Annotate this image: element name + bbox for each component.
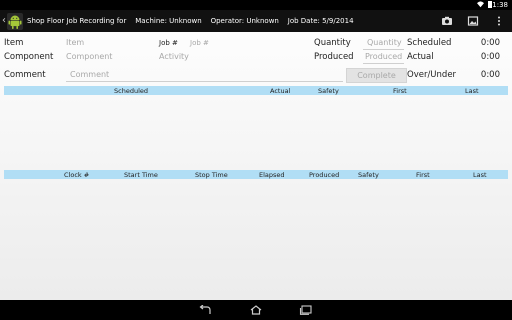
over-under-label: Over/Under	[407, 70, 457, 80]
produced-label: Produced	[314, 52, 354, 62]
operator-info: Operator: Unknown	[210, 17, 279, 25]
clock-table-header: Clock # Start Time Stop Time Elapsed Pro…	[4, 170, 508, 179]
scheduled-value: 0:00	[480, 38, 500, 48]
complete-button[interactable]: Complete	[346, 68, 407, 83]
action-bar-title: Shop Floor Job Recording for Machine: Un…	[27, 17, 354, 25]
recent-apps-icon[interactable]	[299, 305, 313, 315]
main-content: Item Item Job # Job # Quantity Quantity …	[0, 32, 512, 300]
over-under-value: 0:00	[480, 70, 500, 80]
job-label: Job #	[159, 39, 178, 47]
item-input[interactable]: Item	[66, 38, 84, 47]
comment-underline	[66, 81, 343, 82]
job-date-info: Job Date: 5/9/2014	[287, 17, 354, 25]
item-label: Item	[4, 38, 24, 48]
component-label: Component	[4, 52, 54, 62]
app-title: Shop Floor Job Recording for	[27, 17, 127, 25]
status-time: 1:38	[492, 1, 508, 9]
quantity-underline	[363, 49, 404, 50]
col-start-time[interactable]: Start Time	[124, 171, 158, 179]
col-actual[interactable]: Actual	[270, 87, 290, 95]
overflow-menu-icon[interactable]	[493, 15, 505, 27]
machine-info: Machine: Unknown	[135, 17, 202, 25]
schedule-table-header: Scheduled Actual Safety First Last	[4, 86, 508, 95]
up-navigation-icon[interactable]: ‹	[2, 15, 6, 26]
col-last-2[interactable]: Last	[473, 171, 487, 179]
actual-label: Actual	[407, 52, 434, 62]
col-elapsed[interactable]: Elapsed	[259, 171, 285, 179]
gallery-icon[interactable]	[467, 15, 479, 27]
status-bar: 1:38	[0, 0, 512, 10]
job-input[interactable]: Job #	[190, 39, 209, 47]
quantity-input[interactable]: Quantity	[367, 38, 402, 47]
col-safety-2[interactable]: Safety	[358, 171, 379, 179]
home-icon[interactable]	[249, 305, 263, 315]
produced-input[interactable]: Produced	[365, 52, 402, 61]
col-clock[interactable]: Clock #	[64, 171, 89, 179]
col-first[interactable]: First	[393, 87, 407, 95]
actual-value: 0:00	[480, 52, 500, 62]
android-logo-icon[interactable]	[7, 13, 23, 30]
produced-underline	[363, 63, 404, 64]
comment-input[interactable]: Comment	[70, 70, 109, 79]
col-last[interactable]: Last	[465, 87, 479, 95]
back-icon[interactable]	[198, 305, 212, 315]
col-safety[interactable]: Safety	[318, 87, 339, 95]
component-input[interactable]: Component	[66, 52, 112, 61]
col-first-2[interactable]: First	[416, 171, 430, 179]
navigation-bar	[0, 300, 512, 320]
camera-icon[interactable]	[441, 15, 453, 27]
activity-input[interactable]: Activity	[159, 52, 189, 61]
scheduled-label: Scheduled	[407, 38, 452, 48]
col-scheduled[interactable]: Scheduled	[114, 87, 148, 95]
col-produced[interactable]: Produced	[309, 171, 339, 179]
comment-label: Comment	[4, 70, 46, 80]
col-stop-time[interactable]: Stop Time	[195, 171, 228, 179]
quantity-label: Quantity	[314, 38, 351, 48]
wifi-icon	[477, 1, 484, 8]
action-bar: ‹ Shop Floor Job Recording for Machine: …	[0, 10, 512, 32]
